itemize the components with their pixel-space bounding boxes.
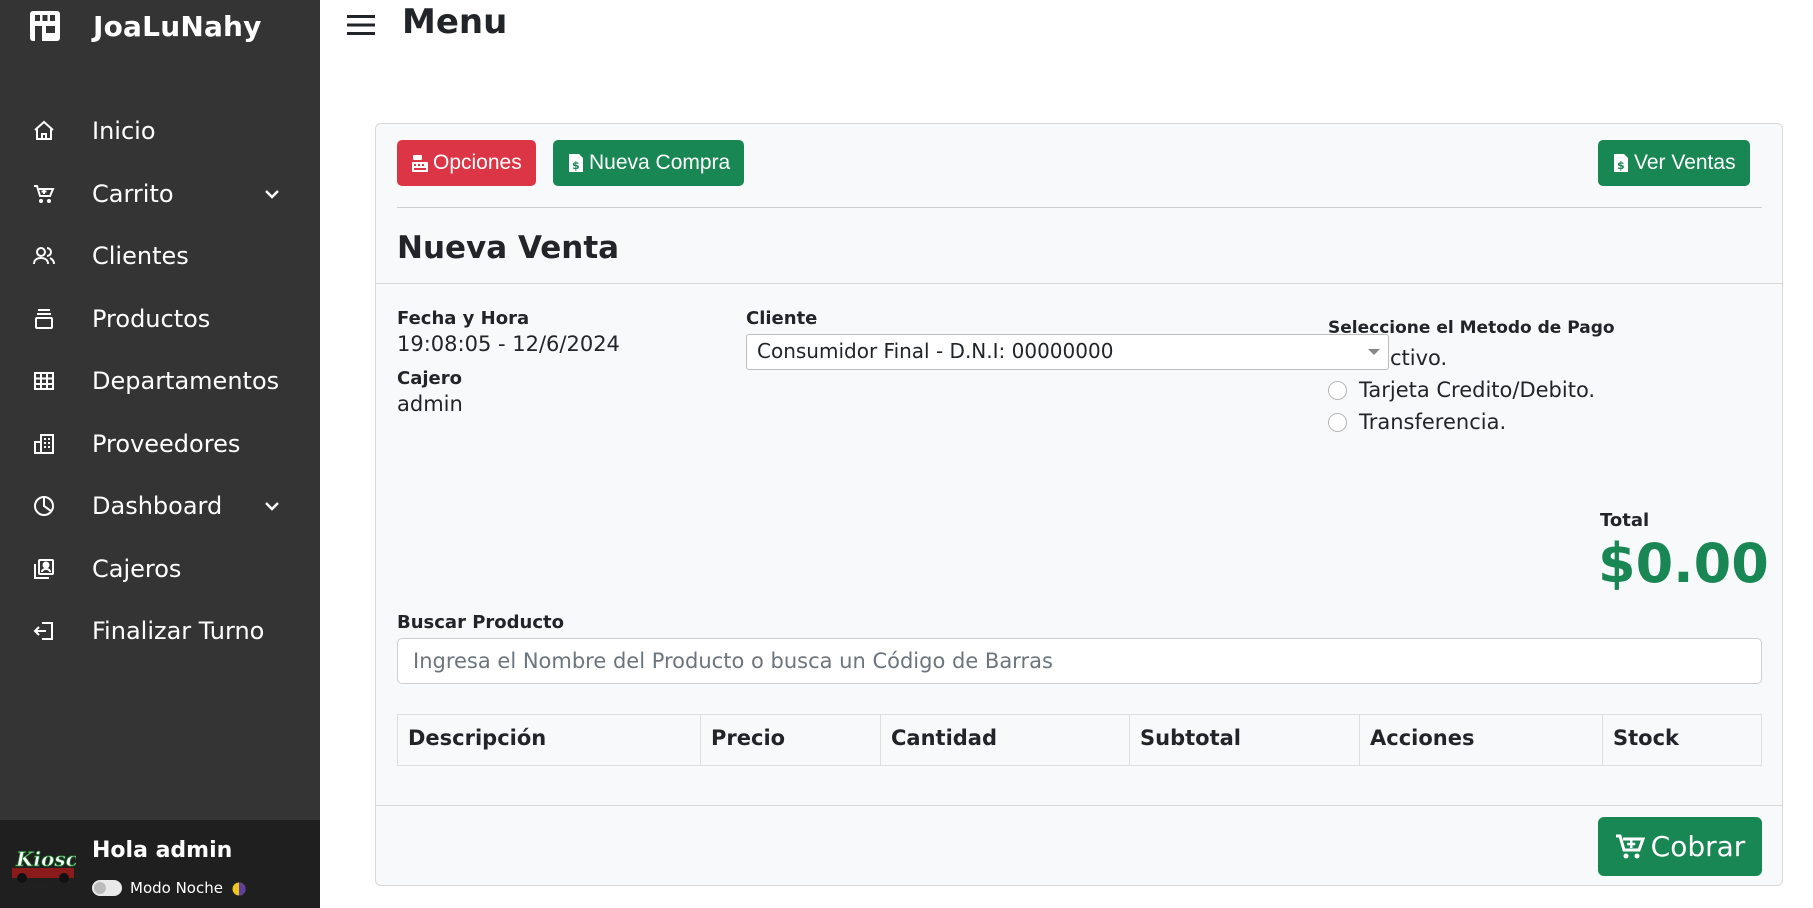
- cliente-label: Cliente: [746, 308, 818, 329]
- sidebar-nav: Inicio Carrito Clientes Productos Depart…: [0, 100, 320, 663]
- sidebar-item-label: Inicio: [92, 117, 156, 146]
- total-label: Total: [1600, 510, 1650, 531]
- sidebar-item-label: Proveedores: [92, 429, 241, 458]
- sidebar-item-inicio[interactable]: Inicio: [0, 100, 320, 163]
- table-header-subtotal: Subtotal: [1130, 715, 1360, 765]
- card-footer-divider: [376, 805, 1782, 806]
- cliente-select[interactable]: Consumidor Final - D.N.I: 00000000: [746, 334, 1389, 370]
- sidebar-item-finalizar-turno[interactable]: Finalizar Turno: [0, 600, 320, 663]
- store-icon: [30, 11, 60, 41]
- user-box: Kiosco JoaLuNahy Hola admin Modo Noche: [0, 820, 320, 908]
- night-mode-toggle[interactable]: [92, 880, 122, 896]
- buscar-label: Buscar Producto: [397, 612, 564, 633]
- sidebar-item-label: Dashboard: [92, 492, 223, 521]
- night-mode-label: Modo Noche: [130, 879, 223, 897]
- receipt-dollar-icon: $: [569, 154, 583, 172]
- chevron-down-icon[interactable]: [262, 184, 282, 204]
- divider: [397, 207, 1762, 208]
- opciones-label: Opciones: [433, 151, 522, 174]
- page-title: Menu: [402, 2, 508, 42]
- brand[interactable]: JoaLuNahy: [28, 6, 262, 46]
- sidebar-item-productos[interactable]: Productos: [0, 288, 320, 351]
- total-value: $0.00: [1598, 532, 1769, 595]
- cash-register-icon: [412, 155, 428, 172]
- section-title: Nueva Venta: [397, 230, 620, 266]
- nueva-compra-label: Nueva Compra: [589, 151, 731, 174]
- fecha-label: Fecha y Hora: [397, 308, 530, 329]
- cart-plus-icon: [1615, 834, 1645, 858]
- sidebar-item-dashboard[interactable]: Dashboard: [0, 475, 320, 538]
- pago-label: Seleccione el Metodo de Pago: [1328, 318, 1615, 338]
- buscar-producto-input[interactable]: [397, 638, 1762, 684]
- moon-icon: [232, 882, 246, 896]
- sidebar-item-label: Productos: [92, 304, 211, 333]
- table-header-descripcion: Descripción: [398, 715, 701, 765]
- sidebar-item-proveedores[interactable]: Proveedores: [0, 413, 320, 476]
- table-header-precio: Precio: [701, 715, 881, 765]
- cobrar-button[interactable]: Cobrar: [1598, 817, 1762, 876]
- user-greeting: Hola admin: [92, 838, 233, 863]
- home-icon: [30, 117, 58, 145]
- svg-text:$: $: [572, 159, 580, 172]
- products-icon: [30, 305, 58, 333]
- building-icon: [30, 430, 58, 458]
- fecha-value: 19:08:05 - 12/6/2024: [397, 332, 620, 356]
- chevron-down-icon[interactable]: [262, 496, 282, 516]
- opciones-button[interactable]: Opciones: [397, 140, 536, 186]
- sidebar-item-carrito[interactable]: Carrito: [0, 163, 320, 226]
- cliente-selected-value: Consumidor Final - D.N.I: 00000000: [757, 339, 1114, 363]
- pago-option-tarjeta[interactable]: Tarjeta Credito/Debito.: [1328, 378, 1595, 402]
- card-header: Opciones $ Nueva Compra $ Ver Ventas Nue…: [376, 124, 1782, 284]
- pago-option-label: Transferencia.: [1359, 410, 1507, 434]
- sale-card: Opciones $ Nueva Compra $ Ver Ventas Nue…: [375, 123, 1783, 886]
- pago-option-efectivo[interactable]: ctivo.: [1390, 346, 1447, 370]
- sidebar-item-label: Carrito: [92, 179, 174, 208]
- table-header-cantidad: Cantidad: [881, 715, 1130, 765]
- caret-down-icon: [1368, 349, 1380, 355]
- pago-option-label: ctivo.: [1390, 346, 1448, 370]
- nueva-compra-button[interactable]: $ Nueva Compra: [553, 140, 745, 186]
- sidebar-item-label: Cajeros: [92, 554, 182, 583]
- pie-chart-icon: [30, 492, 58, 520]
- sidebar: JoaLuNahy Inicio Carrito Clientes Produc…: [0, 0, 320, 908]
- radio-button[interactable]: [1328, 412, 1347, 432]
- radio-button[interactable]: [1328, 380, 1347, 400]
- cashier-icon: [30, 555, 58, 583]
- sidebar-item-cajeros[interactable]: Cajeros: [0, 538, 320, 601]
- sidebar-item-label: Departamentos: [92, 367, 280, 396]
- svg-text:Kiosco: Kiosco: [15, 847, 76, 871]
- users-icon: [30, 242, 58, 270]
- hamburger-menu-icon[interactable]: [345, 10, 377, 40]
- brand-name: JoaLuNahy: [93, 9, 262, 43]
- receipt-dollar-icon: $: [1614, 154, 1628, 172]
- kiosco-logo: Kiosco JoaLuNahy: [12, 847, 76, 891]
- cobrar-label: Cobrar: [1650, 830, 1746, 863]
- sidebar-item-label: Finalizar Turno: [92, 617, 265, 646]
- table-header-stock: Stock: [1613, 726, 1680, 750]
- ver-ventas-label: Ver Ventas: [1634, 151, 1736, 174]
- table-header-acciones: Acciones: [1360, 715, 1603, 765]
- sidebar-item-label: Clientes: [92, 242, 189, 271]
- cart-icon: [30, 180, 58, 208]
- cajero-label: Cajero: [397, 368, 462, 389]
- productos-table-header: Descripción Precio Cantidad Subtotal Acc…: [397, 714, 1762, 766]
- pago-option-label: Tarjeta Credito/Debito.: [1359, 378, 1596, 402]
- grid-icon: [30, 367, 58, 395]
- cajero-value: admin: [397, 392, 463, 416]
- logout-icon: [30, 617, 58, 645]
- sidebar-item-clientes[interactable]: Clientes: [0, 225, 320, 288]
- svg-text:JoaLuNahy: JoaLuNahy: [17, 881, 66, 891]
- ver-ventas-button[interactable]: $ Ver Ventas: [1598, 140, 1750, 186]
- sidebar-item-departamentos[interactable]: Departamentos: [0, 350, 320, 413]
- pago-option-transferencia[interactable]: Transferencia.: [1328, 410, 1506, 434]
- svg-text:$: $: [1617, 159, 1625, 172]
